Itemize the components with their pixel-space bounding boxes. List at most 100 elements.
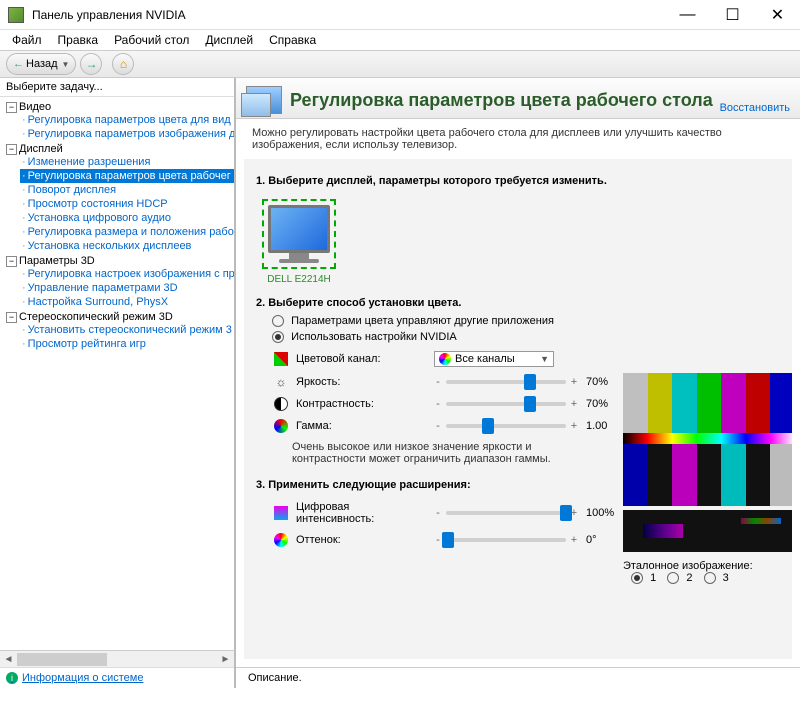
- tree-item[interactable]: ·Изменение разрешения: [20, 155, 234, 169]
- monitor-icon: [268, 205, 330, 253]
- tree-item[interactable]: ·Управление параметрами 3D: [20, 281, 234, 295]
- tree-item[interactable]: ·Настройка Surround, PhysX: [20, 295, 234, 309]
- chevron-down-icon: ▼: [62, 60, 70, 69]
- task-tree: − Видео·Регулировка параметров цвета для…: [0, 97, 234, 650]
- menu-display[interactable]: Дисплей: [197, 31, 261, 49]
- tree-item[interactable]: ·Регулировка настроек изображения с пр: [20, 267, 234, 281]
- menubar: Файл Правка Рабочий стол Дисплей Справка: [0, 30, 800, 50]
- ref-option-3[interactable]: 3: [704, 572, 729, 584]
- arrow-left-icon: ←: [13, 58, 24, 70]
- maximize-button[interactable]: ☐: [710, 0, 755, 30]
- tree-item[interactable]: ·Регулировка параметров изображения д: [20, 127, 234, 141]
- digital-slider[interactable]: [446, 511, 566, 515]
- digital-value: 100%: [586, 507, 626, 519]
- contrast-slider[interactable]: [446, 402, 566, 406]
- radio-other-apps-label: Параметрами цвета управляют другие прило…: [291, 315, 554, 327]
- step1-title: 1. Выберите дисплей, параметры которого …: [256, 175, 780, 187]
- titlebar: Панель управления NVIDIA — ☐ ✕: [0, 0, 800, 30]
- color-bars-icon: [623, 373, 792, 433]
- channel-icon: [274, 352, 288, 366]
- menu-file[interactable]: Файл: [4, 31, 50, 49]
- display-color-icon: [246, 86, 282, 114]
- tree-item[interactable]: ·Поворот дисплея: [20, 183, 234, 197]
- reference-label: Эталонное изображение:: [623, 560, 792, 572]
- window-title: Панель управления NVIDIA: [32, 8, 665, 22]
- hue-value: 0°: [586, 534, 626, 546]
- close-button[interactable]: ✕: [755, 0, 800, 30]
- channel-select[interactable]: Все каналы ▼: [434, 351, 554, 367]
- scroll-right-icon[interactable]: ►: [217, 651, 234, 668]
- tree-collapse-icon: −: [6, 102, 17, 113]
- description-label: Описание.: [236, 667, 800, 688]
- digital-vibrance-icon: [274, 506, 288, 520]
- system-info-label: Информация о системе: [22, 672, 143, 684]
- info-icon: i: [6, 672, 18, 684]
- brightness-label: Яркость:: [296, 376, 426, 388]
- chevron-down-icon: ▼: [540, 354, 549, 364]
- contrast-label: Контрастность:: [296, 398, 426, 410]
- gamma-icon: [274, 419, 288, 433]
- sidebar-header: Выберите задачу...: [0, 78, 234, 97]
- brightness-icon: ☼: [274, 375, 288, 389]
- tree-item[interactable]: ·Установка нескольких дисплеев: [20, 239, 234, 253]
- forward-button[interactable]: →: [80, 53, 102, 75]
- tree-item[interactable]: ·Установка цифрового аудио: [20, 211, 234, 225]
- tree-group[interactable]: − Параметры 3D: [6, 255, 234, 267]
- ref-option-1[interactable]: 1: [631, 572, 656, 584]
- horizontal-scrollbar[interactable]: ◄ ►: [0, 650, 234, 667]
- tree-item[interactable]: ·Установить стереоскопический режим 3: [20, 323, 234, 337]
- gamma-label: Гамма:: [296, 420, 426, 432]
- tree-item[interactable]: ·Регулировка параметров цвета рабочег: [20, 169, 234, 183]
- toolbar: ← Назад ▼ → ⌂: [0, 50, 800, 78]
- monitor-selector[interactable]: DELL E2214H: [256, 193, 342, 291]
- tree-item[interactable]: ·Регулировка размера и положения рабо: [20, 225, 234, 239]
- reference-image-panel: Эталонное изображение: 1 2 3: [623, 373, 792, 584]
- menu-desktop[interactable]: Рабочий стол: [106, 31, 197, 49]
- step2-title: 2. Выберите способ установки цвета.: [256, 297, 780, 309]
- channel-value: Все каналы: [455, 353, 515, 365]
- monitor-label: DELL E2214H: [262, 274, 336, 285]
- ref-option-2[interactable]: 2: [667, 572, 692, 584]
- system-info-link[interactable]: i Информация о системе: [6, 672, 143, 684]
- brightness-slider[interactable]: [446, 380, 566, 384]
- menu-help[interactable]: Справка: [261, 31, 324, 49]
- minimize-button[interactable]: —: [665, 0, 710, 30]
- gamma-value: 1.00: [586, 420, 626, 432]
- tree-group[interactable]: − Стереоскопический режим 3D: [6, 311, 234, 323]
- tree-group[interactable]: − Видео: [6, 101, 234, 113]
- tree-item[interactable]: ·Просмотр рейтинга игр: [20, 337, 234, 351]
- hue-slider[interactable]: [446, 538, 566, 542]
- back-label: Назад: [26, 58, 58, 70]
- app-icon: [8, 7, 24, 23]
- brightness-value: 70%: [586, 376, 626, 388]
- tree-item[interactable]: ·Регулировка параметров цвета для вид: [20, 113, 234, 127]
- gamma-hint: Очень высокое или низкое значение яркост…: [256, 437, 586, 473]
- radio-other-apps[interactable]: Параметрами цвета управляют другие прило…: [256, 315, 780, 327]
- scroll-thumb[interactable]: [17, 653, 107, 666]
- radio-nvidia[interactable]: Использовать настройки NVIDIA: [256, 331, 780, 343]
- page-title: Регулировка параметров цвета рабочего ст…: [290, 90, 713, 111]
- home-icon: ⌂: [120, 57, 127, 71]
- digital-label: Цифровая интенсивность:: [296, 501, 426, 525]
- radio-nvidia-label: Использовать настройки NVIDIA: [291, 331, 457, 343]
- contrast-value: 70%: [586, 398, 626, 410]
- arrow-right-icon: →: [85, 57, 97, 71]
- main-panel: Регулировка параметров цвета рабочего ст…: [236, 78, 800, 688]
- radio-icon: [272, 315, 284, 327]
- hue-icon: [274, 533, 288, 547]
- menu-edit[interactable]: Правка: [50, 31, 107, 49]
- tree-group[interactable]: − Дисплей: [6, 143, 234, 155]
- tree-item[interactable]: ·Просмотр состояния HDCP: [20, 197, 234, 211]
- contrast-icon: [274, 397, 288, 411]
- tree-collapse-icon: −: [6, 256, 17, 267]
- back-button[interactable]: ← Назад ▼: [6, 53, 76, 75]
- main-header: Регулировка параметров цвета рабочего ст…: [236, 78, 800, 119]
- tree-collapse-icon: −: [6, 312, 17, 323]
- hue-label: Оттенок:: [296, 534, 426, 546]
- scroll-left-icon[interactable]: ◄: [0, 651, 17, 668]
- restore-link[interactable]: Восстановить: [720, 102, 790, 114]
- gamma-slider[interactable]: [446, 424, 566, 428]
- channel-label: Цветовой канал:: [296, 353, 426, 365]
- color-wheel-icon: [439, 353, 451, 365]
- home-button[interactable]: ⌂: [112, 53, 134, 75]
